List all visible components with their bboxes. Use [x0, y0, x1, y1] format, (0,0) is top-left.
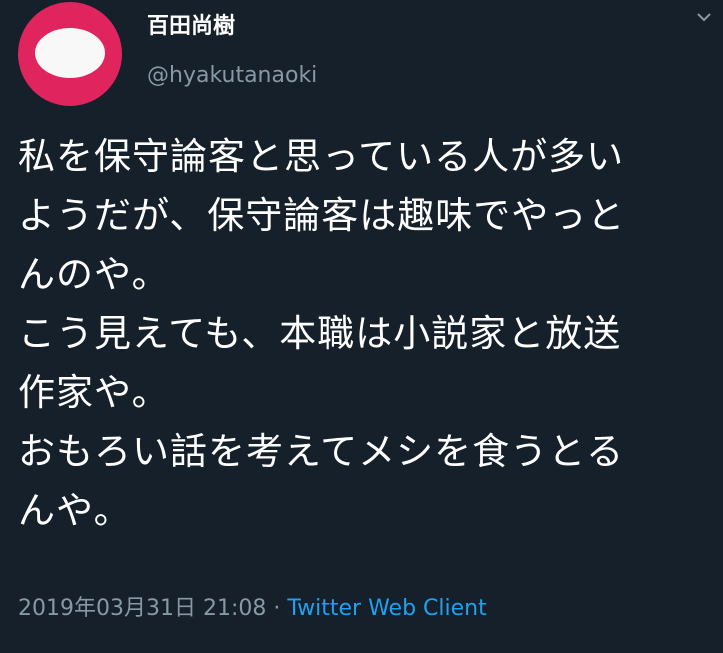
username[interactable]: @hyakutanaoki: [147, 61, 317, 91]
tweet-text-line: 作家や。: [18, 371, 170, 414]
tweet-text-line: ようだが、保守論客は趣味でやっと: [18, 194, 626, 237]
tweet-text-line: こう見えても、本職は小説家と放送: [18, 312, 622, 355]
tweet-meta: 2019年03月31日 21:08 · Twitter Web Client: [18, 594, 487, 624]
tweet: 百田尚樹 @hyakutanaoki 私を保守論客と思っている人が多い ようだが…: [0, 0, 723, 653]
avatar[interactable]: [18, 2, 122, 106]
display-name[interactable]: 百田尚樹: [147, 12, 235, 42]
meta-separator: ·: [266, 596, 288, 621]
timestamp[interactable]: 2019年03月31日 21:08: [18, 596, 266, 621]
avatar-image: [35, 28, 105, 78]
source-link[interactable]: Twitter Web Client: [287, 596, 486, 621]
tweet-text-line: おもろい話を考えてメシを食うとる: [18, 430, 625, 473]
tweet-text-line: んのや。: [18, 253, 170, 296]
tweet-text-line: んや。: [18, 489, 132, 532]
tweet-text: 私を保守論客と思っている人が多い ようだが、保守論客は趣味でやっと んのや。 こ…: [18, 127, 708, 540]
tweet-text-line: 私を保守論客と思っている人が多い: [18, 135, 625, 178]
chevron-down-icon[interactable]: [695, 8, 713, 26]
